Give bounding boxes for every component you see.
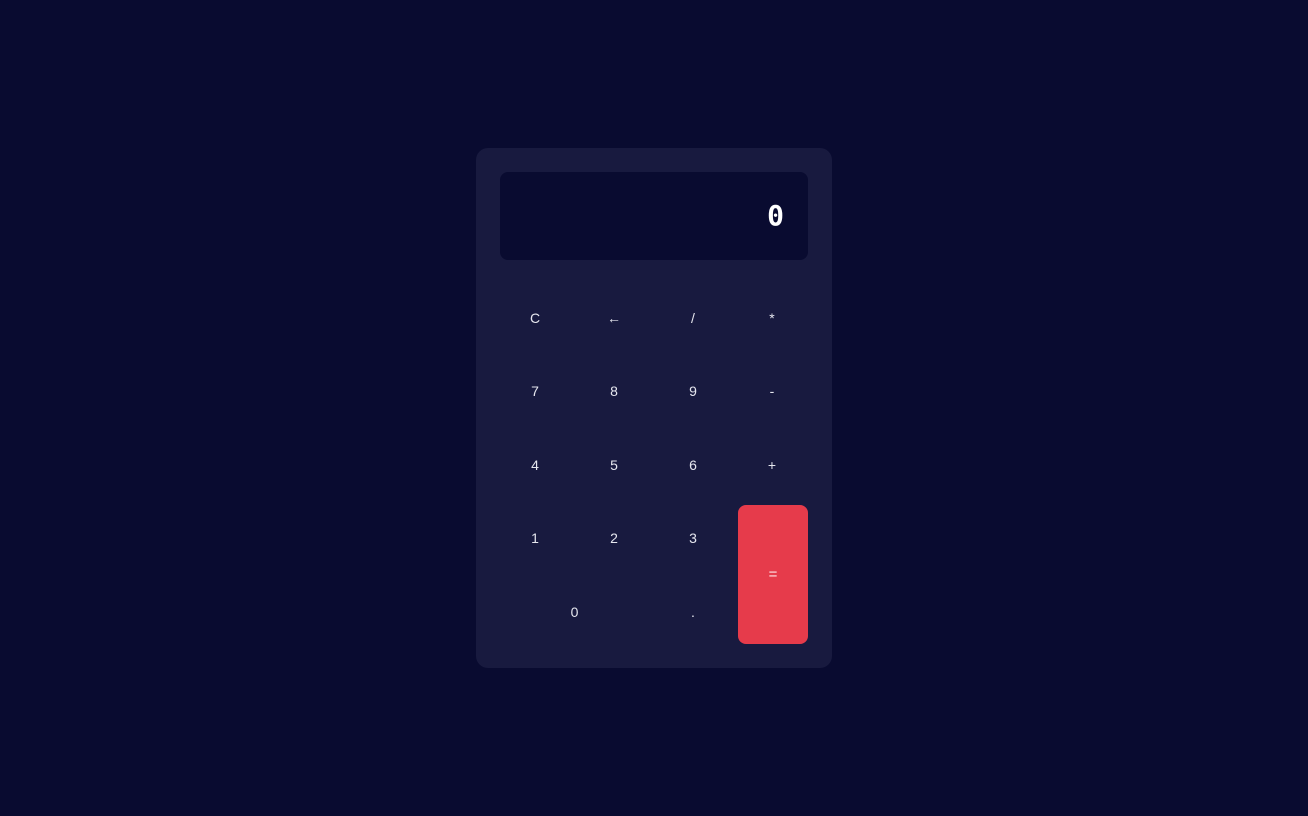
multiply-button[interactable]: * (737, 281, 807, 354)
one-button[interactable]: 1 (500, 501, 570, 574)
display-value: 0 (767, 199, 784, 232)
two-button[interactable]: 2 (579, 501, 649, 574)
divide-button[interactable]: / (658, 281, 728, 354)
zero-button[interactable]: 0 (500, 575, 649, 648)
calculator-panel: 0 C ← / * 7 8 9 - 4 5 6 + 1 2 3 = 0 . (476, 148, 832, 668)
equals-button[interactable]: = (738, 505, 808, 644)
three-button[interactable]: 3 (658, 501, 728, 574)
backspace-button[interactable]: ← (579, 281, 649, 354)
subtract-button[interactable]: - (737, 354, 807, 427)
eight-button[interactable]: 8 (579, 354, 649, 427)
calculator-display: 0 (500, 172, 808, 260)
add-button[interactable]: + (737, 428, 807, 501)
four-button[interactable]: 4 (500, 428, 570, 501)
clear-button[interactable]: C (500, 281, 570, 354)
five-button[interactable]: 5 (579, 428, 649, 501)
decimal-button[interactable]: . (658, 575, 728, 648)
seven-button[interactable]: 7 (500, 354, 570, 427)
six-button[interactable]: 6 (658, 428, 728, 501)
nine-button[interactable]: 9 (658, 354, 728, 427)
